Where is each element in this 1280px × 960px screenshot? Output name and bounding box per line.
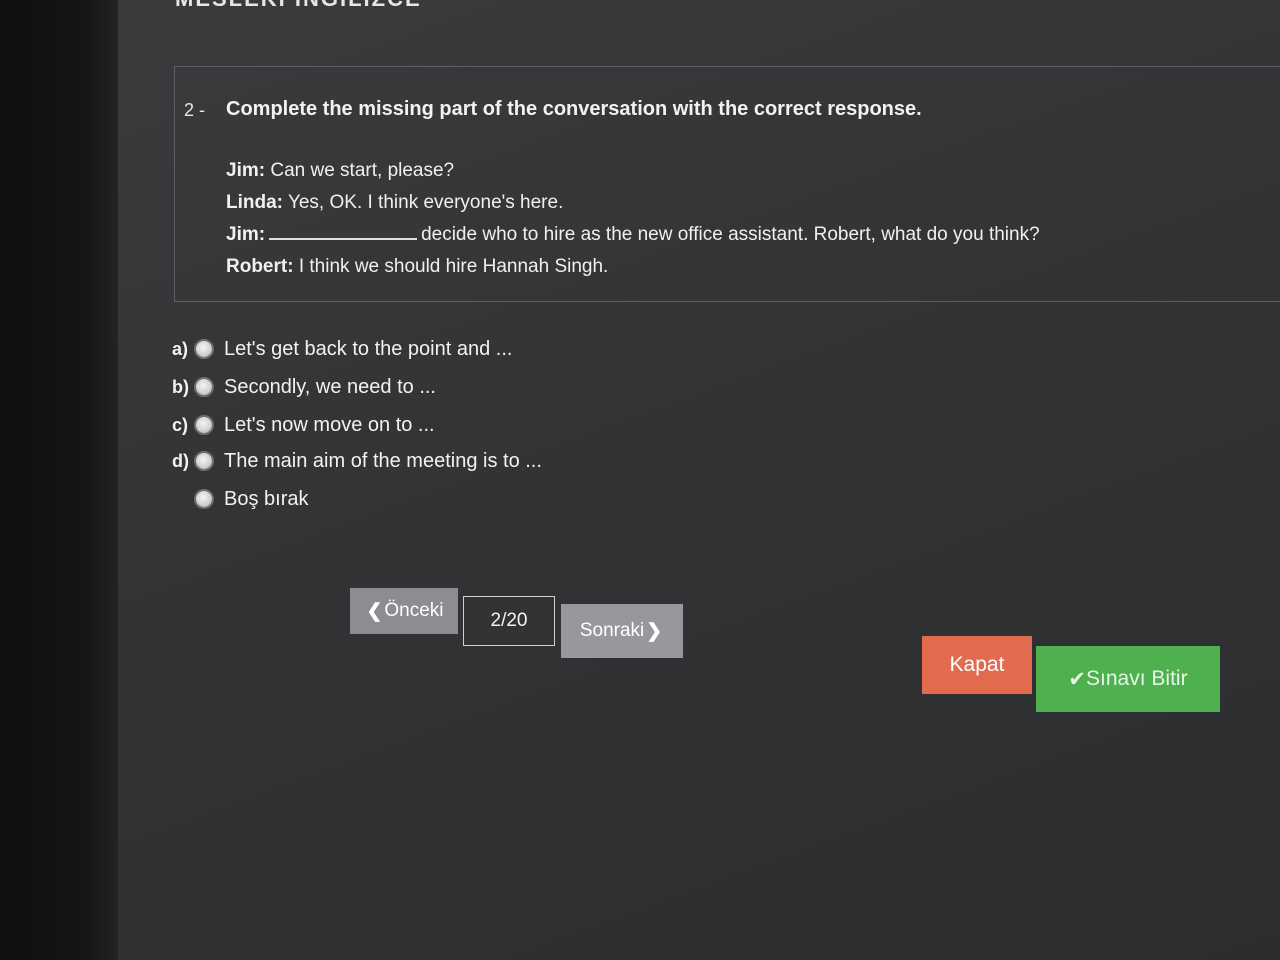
dialog-line: Jim: Can we start, please? <box>226 160 454 182</box>
dialog-speaker: Linda: <box>226 192 283 213</box>
close-label: Kapat <box>949 653 1005 676</box>
dialog-text: decide who to hire as the new office ass… <box>421 224 1040 245</box>
previous-button[interactable]: ❮ Önceki <box>350 588 458 634</box>
next-button[interactable]: Sonraki ❯ <box>561 604 683 658</box>
option-b[interactable]: b) Secondly, we need to ... <box>172 372 436 402</box>
option-d[interactable]: d) The main aim of the meeting is to ... <box>172 446 542 476</box>
option-letter: c) <box>172 414 189 435</box>
option-skip[interactable]: Boş bırak <box>172 484 308 514</box>
close-button[interactable]: Kapat <box>922 636 1032 694</box>
page-counter: 2/20 <box>463 596 555 646</box>
option-letter: a) <box>172 338 189 359</box>
monitor-bezel <box>0 0 120 960</box>
finish-label: Sınavı Bitir <box>1086 667 1188 690</box>
option-label: The main aim of the meeting is to ... <box>224 449 542 472</box>
option-letter: d) <box>172 450 189 471</box>
check-icon: ✔ <box>1068 667 1087 691</box>
dialog-line: Linda: Yes, OK. I think everyone's here. <box>226 192 563 214</box>
question-title: Complete the missing part of the convers… <box>226 98 922 120</box>
dialog-text: Yes, OK. I think everyone's here. <box>287 192 564 213</box>
radio-button[interactable] <box>194 451 214 471</box>
chevron-right-icon: ❯ <box>646 620 663 642</box>
finish-exam-button[interactable]: ✔ Sınavı Bitir <box>1036 646 1220 712</box>
answer-blank <box>269 238 418 240</box>
option-c[interactable]: c) Let's now move on to ... <box>172 410 435 440</box>
option-label: Boş bırak <box>224 487 309 510</box>
option-label: Let's now move on to ... <box>224 413 435 436</box>
radio-button[interactable] <box>194 415 214 435</box>
dialog-speaker: Robert: <box>226 256 294 277</box>
question-number: 2 - <box>184 100 206 120</box>
option-letter: b) <box>172 376 189 397</box>
chevron-left-icon: ❮ <box>366 600 383 622</box>
page-heading: MESLEKİ İNGİLİZCE <box>175 0 422 12</box>
dialog-text: I think we should hire Hannah Singh. <box>298 256 609 277</box>
next-label: Sonraki <box>579 620 645 641</box>
dialog-line: Jim: decide who to hire as the new office… <box>226 224 1040 246</box>
dialog-text: Can we start, please? <box>270 160 455 181</box>
dialog-line: Robert: I think we should hire Hannah Si… <box>226 256 608 278</box>
option-label: Secondly, we need to ... <box>224 375 436 398</box>
radio-button[interactable] <box>194 339 214 359</box>
radio-button[interactable] <box>194 489 214 509</box>
radio-button[interactable] <box>194 377 214 397</box>
dialog-speaker: Jim: <box>226 224 266 245</box>
option-a[interactable]: a) Let's get back to the point and ... <box>172 334 512 364</box>
previous-label: Önceki <box>384 600 444 621</box>
dialog-speaker: Jim: <box>226 160 266 181</box>
option-label: Let's get back to the point and ... <box>224 337 513 360</box>
